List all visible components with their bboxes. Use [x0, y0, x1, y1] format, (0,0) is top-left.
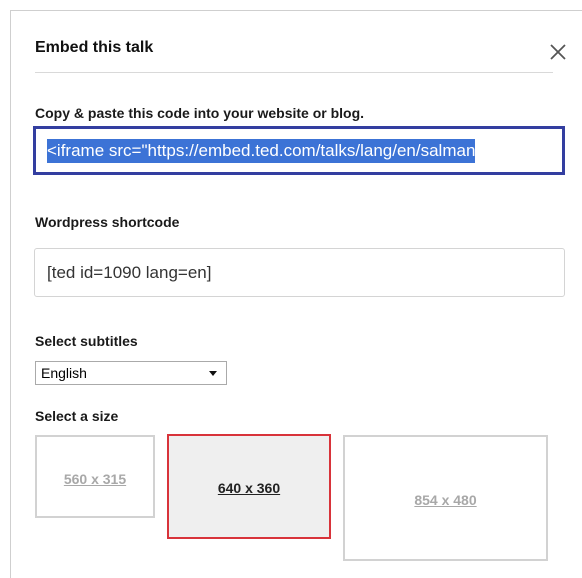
size-option-label[interactable]: 640 x 360 — [169, 480, 329, 496]
size-label: Select a size — [35, 408, 119, 424]
page: Embed this talk Copy & paste this code i… — [0, 0, 582, 578]
title-divider — [35, 72, 553, 73]
size-option-label[interactable]: 854 x 480 — [345, 492, 546, 508]
size-option-640x360[interactable]: 640 x 360 — [167, 434, 331, 539]
wordpress-shortcode-label: Wordpress shortcode — [35, 214, 180, 230]
chevron-down-icon — [209, 371, 217, 376]
subtitles-selected-value: English — [41, 365, 87, 381]
size-option-560x315[interactable]: 560 x 315 — [35, 435, 155, 518]
subtitles-label: Select subtitles — [35, 333, 138, 349]
wordpress-shortcode-value: [ted id=1090 lang=en] — [47, 263, 212, 282]
embed-code-text[interactable]: <iframe src="https://embed.ted.com/talks… — [47, 139, 476, 163]
size-option-854x480[interactable]: 854 x 480 — [343, 435, 548, 561]
close-icon[interactable] — [547, 41, 569, 63]
size-option-label[interactable]: 560 x 315 — [37, 471, 153, 487]
dialog-title: Embed this talk — [35, 39, 154, 56]
embed-code-field[interactable]: <iframe src="https://embed.ted.com/talks… — [33, 126, 565, 175]
embed-dialog: Embed this talk Copy & paste this code i… — [10, 10, 582, 578]
embed-code-label: Copy & paste this code into your website… — [35, 105, 365, 121]
subtitles-select[interactable]: English — [35, 361, 227, 385]
wordpress-shortcode-field[interactable]: [ted id=1090 lang=en] — [34, 248, 565, 297]
